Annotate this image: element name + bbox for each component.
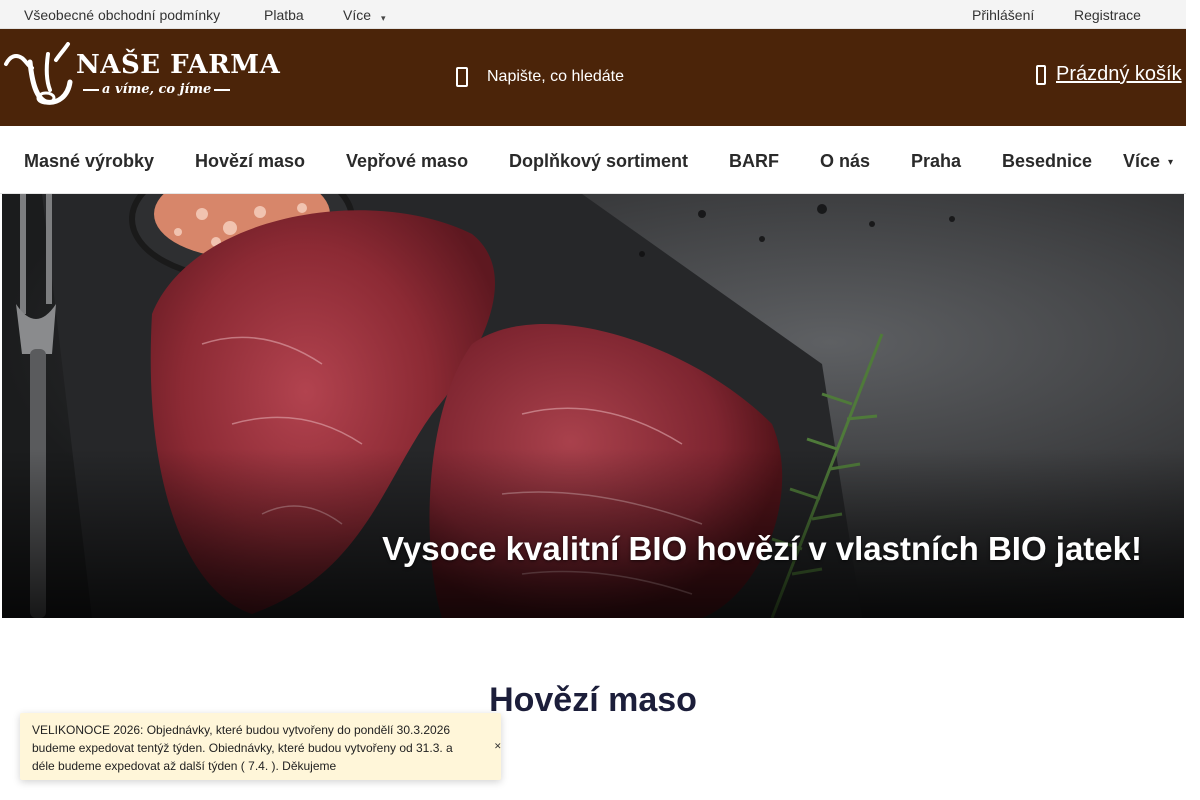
hero-banner[interactable]: Vysoce kvalitní BIO hovězí v vlastních B…	[2, 194, 1184, 618]
nav-item-veprove-maso[interactable]: Vepřové maso	[346, 151, 468, 172]
cart-label: Prázdný košík	[1056, 63, 1182, 85]
nav-item-more[interactable]: Více ▾	[1123, 151, 1173, 172]
search-icon[interactable]	[452, 67, 472, 87]
search-bar	[452, 62, 747, 92]
topbar-more-menu[interactable]: Více ▾	[343, 7, 386, 23]
notice-banner: VELIKONOCE 2026: Objednávky, které budou…	[20, 713, 502, 780]
chevron-down-icon: ▾	[1168, 157, 1174, 168]
main-navigation: Masné výrobky Hovězí maso Vepřové maso D…	[0, 126, 1186, 194]
login-link[interactable]: Přihlášení	[972, 7, 1034, 23]
cart-icon	[1036, 64, 1048, 85]
notice-text: VELIKONOCE 2026: Objednávky, které budou…	[32, 723, 453, 773]
terms-link[interactable]: Všeobecné obchodní podmínky	[24, 7, 220, 23]
nav-item-praha[interactable]: Praha	[911, 151, 961, 172]
nav-more-label: Více	[1123, 151, 1161, 171]
register-link[interactable]: Registrace	[1074, 7, 1141, 23]
search-input[interactable]	[487, 68, 747, 86]
hero-caption: Vysoce kvalitní BIO hovězí v vlastních B…	[382, 530, 1142, 567]
nav-item-besednice[interactable]: Besednice	[1002, 151, 1092, 172]
nav-item-barf[interactable]: BARF	[729, 151, 779, 172]
site-logo[interactable]: NAŠE FARMA a víme, co jíme	[2, 42, 280, 108]
nav-item-hovezi-maso[interactable]: Hovězí maso	[195, 151, 305, 172]
close-icon[interactable]: ✕	[494, 741, 502, 752]
nav-item-o-nas[interactable]: O nás	[820, 151, 870, 172]
nav-item-masne-vyrobky[interactable]: Masné výrobky	[24, 151, 154, 172]
logo-title: NAŠE FARMA	[76, 50, 281, 80]
logo-subtitle: a víme, co jíme	[80, 82, 233, 97]
nav-item-doplnkovy-sortiment[interactable]: Doplňkový sortiment	[509, 151, 688, 172]
payment-link[interactable]: Platba	[264, 7, 304, 23]
chevron-down-icon: ▾	[381, 13, 386, 23]
cart-button[interactable]: Prázdný košík	[1036, 63, 1182, 86]
top-utility-bar: Všeobecné obchodní podmínky Platba Více ▾…	[0, 0, 1186, 29]
logo-subtitle-text: a víme, co jíme	[102, 82, 212, 97]
site-header: NAŠE FARMA a víme, co jíme Prázdný košík	[0, 29, 1186, 126]
topbar-more-label: Více	[343, 7, 372, 23]
bull-logo-icon	[4, 42, 73, 105]
